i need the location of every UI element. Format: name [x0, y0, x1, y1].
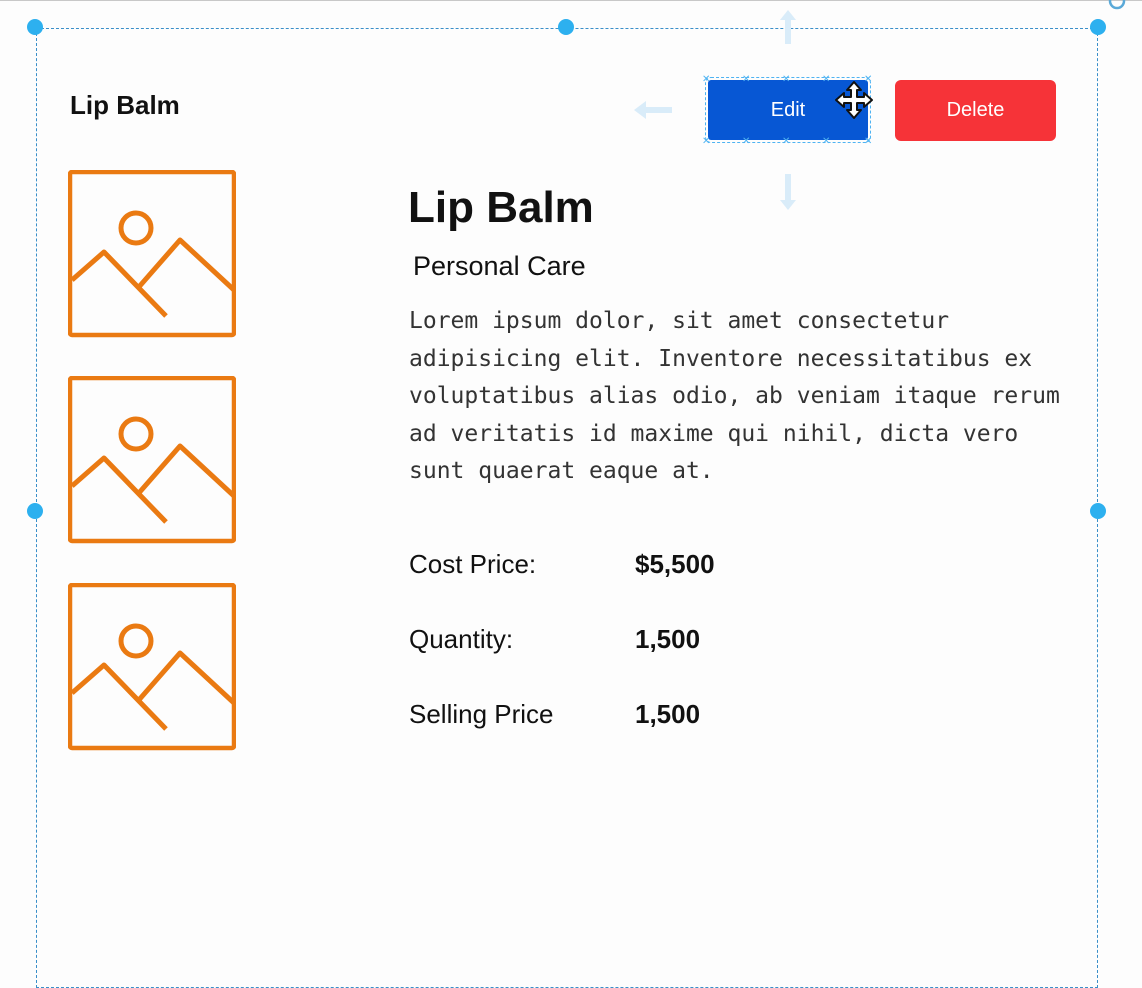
cost-price-value: $5,500	[635, 549, 715, 579]
cost-price-label: Cost Price:	[409, 549, 537, 579]
image-placeholder-icon[interactable]	[68, 376, 236, 544]
edit-resize-marker: ✕	[822, 136, 831, 147]
edit-resize-marker: ✕	[702, 136, 711, 147]
product-description: Lorem ipsum dolor, sit amet consectetur …	[409, 308, 1060, 484]
card-header-title: Lip Balm	[70, 90, 180, 120]
resize-handle-middle-right[interactable]	[1090, 503, 1106, 519]
edit-resize-marker: ✕	[782, 136, 791, 147]
move-up-arrow-icon	[780, 10, 796, 44]
resize-handle-top-left[interactable]	[27, 19, 43, 35]
edit-resize-marker: ✕	[702, 74, 711, 85]
move-cursor-icon	[835, 81, 873, 119]
edit-resize-marker: ✕	[864, 136, 873, 147]
product-name: Lip Balm	[408, 183, 594, 232]
image-placeholder-icon[interactable]	[68, 583, 236, 751]
quantity-value: 1,500	[635, 624, 701, 654]
edit-resize-marker: ✕	[742, 74, 751, 85]
selling-price-label: Selling Price	[409, 699, 554, 729]
resize-handle-top-center[interactable]	[558, 19, 574, 35]
edit-resize-marker: ✕	[782, 74, 791, 85]
top-divider	[0, 0, 1142, 1]
edit-resize-marker: ✕	[822, 74, 831, 85]
move-left-arrow-icon	[634, 101, 672, 119]
quantity-label: Quantity:	[409, 624, 514, 654]
resize-handle-middle-left[interactable]	[27, 503, 43, 519]
product-category: Personal Care	[413, 251, 586, 281]
rotate-icon[interactable]	[1106, 0, 1128, 12]
resize-handle-top-right[interactable]	[1090, 19, 1106, 35]
move-down-arrow-icon	[780, 174, 796, 210]
edit-resize-marker: ✕	[742, 136, 751, 147]
selling-price-value: 1,500	[635, 699, 701, 729]
delete-button[interactable]: Delete	[895, 80, 1056, 141]
image-placeholder-icon[interactable]	[68, 170, 236, 338]
